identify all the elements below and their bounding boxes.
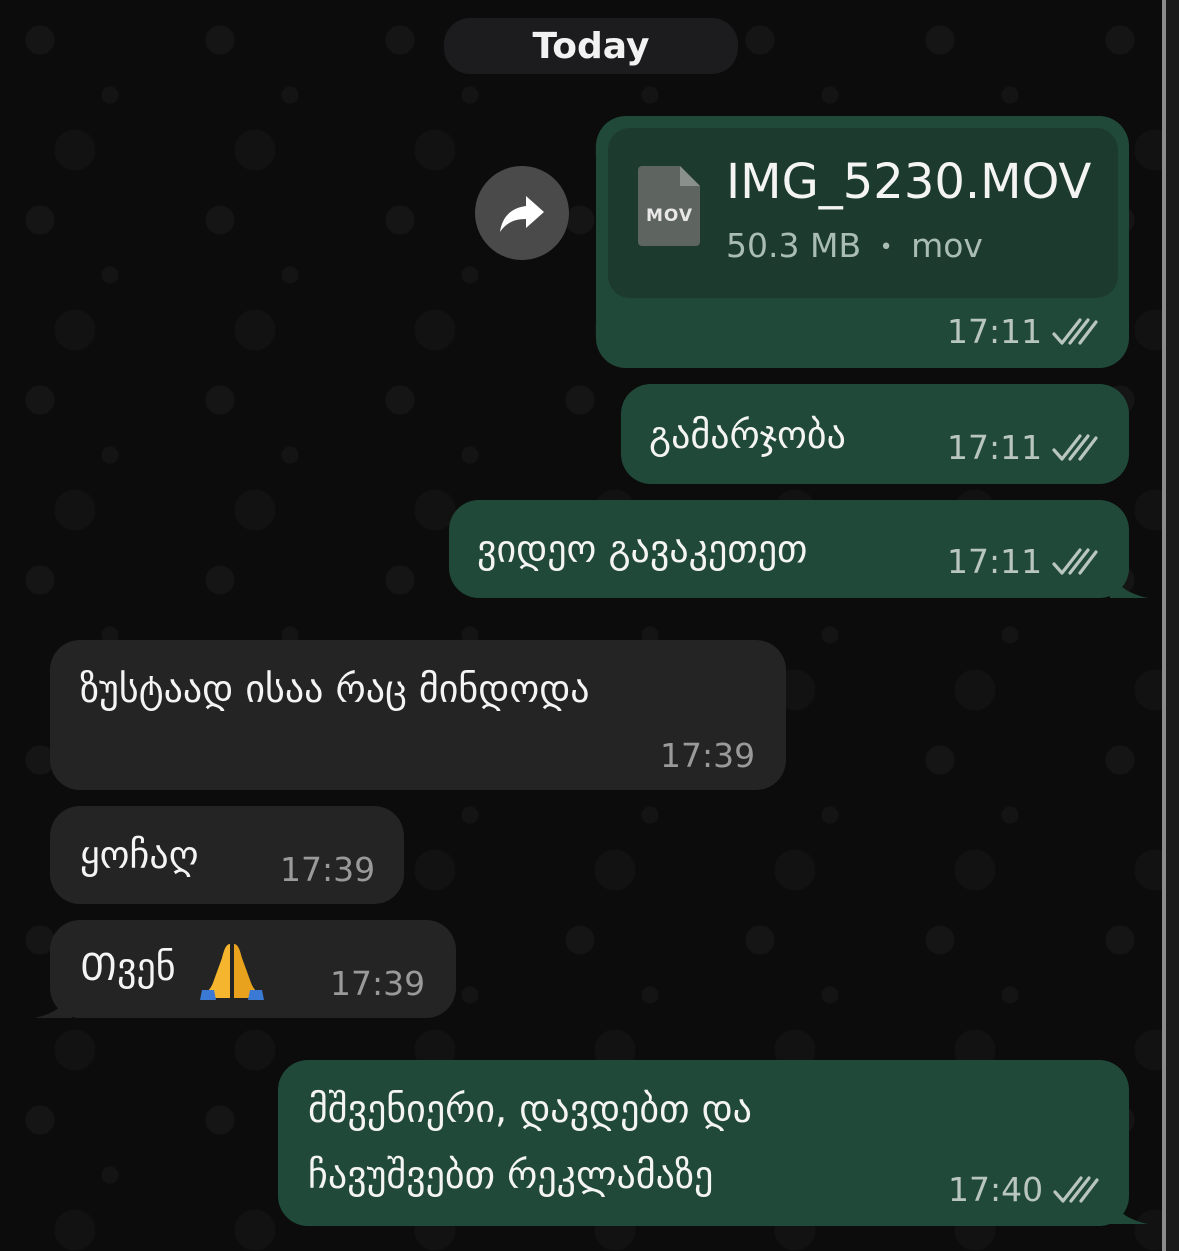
message-time: 17:40 xyxy=(948,1170,1044,1209)
message-time: 17:39 xyxy=(280,850,376,889)
message-text-content: Თვენ xyxy=(80,945,176,989)
file-attachment-card[interactable]: MOV IMG_5230.MOV 50.3 MB • mov xyxy=(608,128,1118,298)
date-divider: Today xyxy=(444,18,738,74)
file-name: IMG_5230.MOV xyxy=(726,154,1092,210)
forward-button[interactable] xyxy=(475,166,569,260)
message-time: 17:11 xyxy=(947,312,1043,351)
file-extension: mov xyxy=(911,226,983,265)
double-check-icon xyxy=(1052,317,1098,345)
scrollbar[interactable] xyxy=(1162,0,1179,1251)
message-time: 17:39 xyxy=(330,964,426,1003)
bubble-tail xyxy=(1110,1196,1148,1224)
message-meta: 17:11 xyxy=(947,428,1098,467)
message-meta: 17:39 xyxy=(330,964,425,1003)
file-size: 50.3 MB xyxy=(726,226,862,265)
message-text: Თვენ xyxy=(80,936,264,1000)
message-bubble-incoming[interactable]: ზუსტაად ისაა რაც მინდოდა 17:39 xyxy=(50,640,786,790)
chat-view: Today MOV IMG_5230.MOV 50.3 MB • mov 17:… xyxy=(0,0,1162,1251)
message-text-line-1: მშვენიერი, დავდებთ და xyxy=(308,1087,752,1131)
message-text: გამარჯობა xyxy=(649,413,846,457)
message-bubble-incoming[interactable]: Თვენ 17:39 xyxy=(50,920,456,1018)
message-meta: 17:39 xyxy=(280,850,375,889)
message-time: 17:11 xyxy=(947,428,1043,467)
scrollbar-thumb[interactable] xyxy=(1162,0,1166,1251)
message-time: 17:39 xyxy=(660,736,756,775)
message-meta: 17:39 xyxy=(660,736,755,775)
message-bubble-incoming[interactable]: ყოჩაღ 17:39 xyxy=(50,806,404,904)
file-info-separator: • xyxy=(879,235,893,260)
file-type-badge: MOV xyxy=(646,206,694,226)
message-bubble-outgoing[interactable]: ვიდეო გავაკეთეთ 17:11 xyxy=(449,500,1129,598)
forward-arrow-icon xyxy=(500,196,544,232)
message-time: 17:11 xyxy=(947,542,1043,581)
message-meta: 17:40 xyxy=(948,1170,1099,1209)
bubble-tail xyxy=(34,990,72,1018)
message-text-line-2: ჩავუშვებთ რეკლამაზე xyxy=(308,1153,714,1197)
double-check-icon xyxy=(1052,547,1098,575)
bubble-tail xyxy=(1110,570,1148,598)
message-bubble-outgoing[interactable]: მშვენიერი, დავდებთ და ჩავუშვებთ რეკლამაზ… xyxy=(278,1060,1129,1226)
message-bubble-outgoing[interactable]: გამარჯობა 17:11 xyxy=(621,384,1129,484)
message-meta: 17:11 xyxy=(947,542,1098,581)
message-meta: 17:11 xyxy=(947,312,1098,351)
double-check-icon xyxy=(1053,1175,1099,1203)
double-check-icon xyxy=(1052,433,1098,461)
folded-hands-icon xyxy=(199,943,264,1000)
file-info: 50.3 MB • mov xyxy=(726,226,983,265)
message-text: ყოჩაღ xyxy=(80,833,199,877)
message-text: ვიდეო გავაკეთეთ xyxy=(477,527,808,571)
message-text: ზუსტაად ისაა რაც მინდოდა xyxy=(80,667,590,711)
